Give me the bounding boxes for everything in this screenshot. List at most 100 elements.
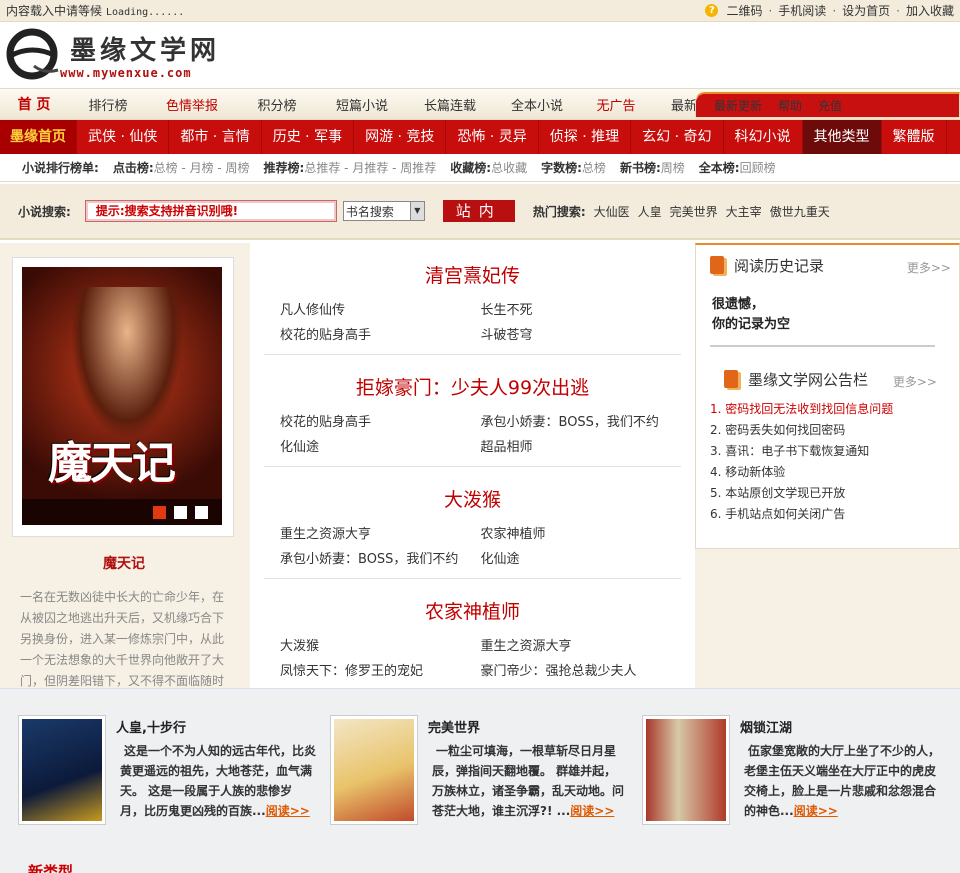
nav-short-novels[interactable]: 短篇小说 [318,95,406,114]
nav-home[interactable]: 首 页 [0,94,68,114]
notice-list: 1. 密码找回无法收到找回信息问题 2. 密码丢失如何找回密码 3. 喜讯：电子… [696,399,959,525]
logo-icon[interactable] [4,26,60,82]
rank-group-new[interactable]: 新书榜:周榜 [620,159,685,176]
nav-no-ads[interactable]: 无广告 [580,95,652,114]
featured-title[interactable]: 魔天记 [12,553,236,573]
book-thumbnail[interactable] [642,715,730,825]
notice-item[interactable]: 6. 手机站点如何关闭广告 [710,504,959,525]
category-other[interactable]: 其他类型 [802,120,882,154]
recommend-title[interactable]: 人皇,十步行 [116,717,186,736]
recommend-title[interactable]: 完美世界 [428,717,480,736]
book-link[interactable]: 化仙途 [280,436,481,455]
featured-cover[interactable]: 魔天记 [22,267,222,525]
nav-serials[interactable]: 长篇连载 [406,95,494,114]
divider [710,345,935,347]
category-game[interactable]: 网游 · 竞技 [354,120,447,154]
read-link[interactable]: 阅读>> [794,804,838,818]
block-title[interactable]: 清宫熹妃传 [264,261,681,288]
book-link[interactable]: 凡人修仙传 [280,299,481,318]
category-history[interactable]: 历史 · 军事 [262,120,355,154]
book-link[interactable]: 重生之资源大亨 [481,635,682,654]
block-title[interactable]: 拒嫁豪门：少夫人99次出逃 [264,373,681,400]
book-thumbnail[interactable] [18,715,106,825]
qr-code-link[interactable]: 二维码 [726,2,762,19]
notice-item[interactable]: 3. 喜讯：电子书下载恢复通知 [710,441,959,462]
nav-rankings[interactable]: 排行榜 [68,95,148,114]
notice-item[interactable]: 1. 密码找回无法收到找回信息问题 [710,399,959,420]
category-fantasy[interactable]: 玄幻 · 奇幻 [631,120,724,154]
history-empty: 很遗憾， 你的记录为空 [696,285,959,335]
recommend-text: 伍家堡宽敞的大厅上坐了不少的人，老堡主伍天义端坐在大厅正中的虎皮交椅上，脸上是一… [744,744,941,818]
recommend-list: 清宫熹妃传 凡人修仙传 长生不死 校花的贴身高手 斗破苍穹 拒嫁豪门：少夫人99次出… [250,243,695,688]
book-link[interactable]: 承包小娇妻：BOSS，我们不约 [280,548,481,567]
hot-search-item[interactable]: 完美世界 [670,203,718,220]
slide-dot[interactable] [153,505,166,519]
book-link[interactable]: 校花的贴身高手 [280,324,481,343]
category-scifi[interactable]: 科幻小说 [724,120,803,154]
add-favorite-link[interactable]: 加入收藏 [906,2,954,19]
category-traditional[interactable]: 繁體版 [882,120,947,154]
notice-more-link[interactable]: 更多>> [893,373,937,390]
category-detective[interactable]: 侦探 · 推理 [539,120,632,154]
block-title[interactable]: 农家神植师 [264,597,681,624]
separator: · [768,3,773,18]
rank-group-collect[interactable]: 收藏榜:总收藏 [450,159,527,176]
nav-latest-update[interactable]: 最新更新 [714,97,762,114]
hot-search-item[interactable]: 大主宰 [726,203,762,220]
search-button[interactable]: 站内 [442,200,515,222]
book-link[interactable]: 超品相师 [481,436,682,455]
notice-item[interactable]: 4. 移动新体验 [710,462,959,483]
recommend-title[interactable]: 烟锁江湖 [740,717,792,736]
book-link[interactable]: 化仙途 [481,548,682,567]
category-urban[interactable]: 都市 · 言情 [169,120,262,154]
search-type-select[interactable]: 书名搜索 ▼ [342,201,425,221]
main-content: 魔天记 魔天记 一名在无数凶徒中长大的亡命少年，在从被囚之地逃出升天后，又机缘巧… [0,243,960,688]
search-input[interactable]: 提示:搜索支持拼音识别哦! [84,200,337,222]
rank-group-click[interactable]: 点击榜:总榜 - 月榜 - 周榜 [113,159,250,176]
nav-help[interactable]: 帮助 [778,97,802,114]
category-horror[interactable]: 恐怖 · 灵异 [446,120,539,154]
logo-url: www.mywenxue.com [60,66,192,80]
block-title[interactable]: 大泼猴 [264,485,681,512]
history-line1: 很遗憾， [712,297,765,312]
book-link[interactable]: 校花的贴身高手 [280,411,481,430]
cover-title-art: 魔天记 [48,438,176,489]
book-link[interactable]: 农家神植师 [481,523,682,542]
recommend-block: 清宫熹妃传 凡人修仙传 长生不死 校花的贴身高手 斗破苍穹 [264,243,681,355]
read-link[interactable]: 阅读>> [570,804,614,818]
notice-item[interactable]: 5. 本站原创文学现已开放 [710,483,959,504]
nav-recharge[interactable]: 充值 [818,97,842,114]
rank-group-recommend[interactable]: 推荐榜:总推荐 - 月推荐 - 周推荐 [264,159,437,176]
rank-group-words[interactable]: 字数榜:总榜 [541,159,606,176]
hot-search-item[interactable]: 傲世九重天 [770,203,830,220]
book-link[interactable]: 长生不死 [481,299,682,318]
primary-nav: 首 页 排行榜 色情举报 积分榜 短篇小说 长篇连载 全本小说 无广告 最新入库… [0,88,960,120]
category-wuxia[interactable]: 武侠 · 仙侠 [77,120,170,154]
book-thumbnail[interactable] [330,715,418,825]
logo-text[interactable]: 墨缘文学网 [70,30,220,67]
recommend-text: 一粒尘可填海，一根草斩尽日月星辰，弹指间天翻地覆。 群雄并起，万族林立，诸圣争霸… [432,744,625,818]
hot-search-item[interactable]: 人皇 [638,203,662,220]
hot-search-item[interactable]: 大仙医 [594,203,630,220]
book-link[interactable]: 凤惊天下：修罗王的宠妃 [280,660,481,679]
book-link[interactable]: 豪门帝少：强抢总裁少夫人 [481,660,682,679]
slide-dot[interactable] [174,505,187,519]
nav-report[interactable]: 色情举报 [148,95,236,114]
nav-points[interactable]: 积分榜 [236,95,318,114]
read-link[interactable]: 阅读>> [266,804,310,818]
history-more-link[interactable]: 更多>> [907,259,951,276]
book-link[interactable]: 重生之资源大亨 [280,523,481,542]
recommend-card: 烟锁江湖 伍家堡宽敞的大厅上坐了不少的人，老堡主伍天义端坐在大厅正中的虎皮交椅上… [642,715,942,835]
sidebar: 阅读历史记录 更多>> 很遗憾， 你的记录为空 墨缘文学网公告栏 更多>> 1.… [695,243,960,549]
book-link[interactable]: 斗破苍穹 [481,324,682,343]
notice-item[interactable]: 2. 密码丢失如何找回密码 [710,420,959,441]
set-homepage-link[interactable]: 设为首页 [842,2,890,19]
rank-group-complete[interactable]: 全本榜:回顾榜 [699,159,776,176]
nav-complete[interactable]: 全本小说 [494,95,580,114]
category-home[interactable]: 墨缘首页 [0,120,77,154]
slide-dot[interactable] [195,505,208,519]
book-link[interactable]: 大泼猴 [280,635,481,654]
book-icon [710,256,724,274]
mobile-read-link[interactable]: 手机阅读 [778,2,826,19]
book-link[interactable]: 承包小娇妻：BOSS，我们不约 [481,411,682,430]
